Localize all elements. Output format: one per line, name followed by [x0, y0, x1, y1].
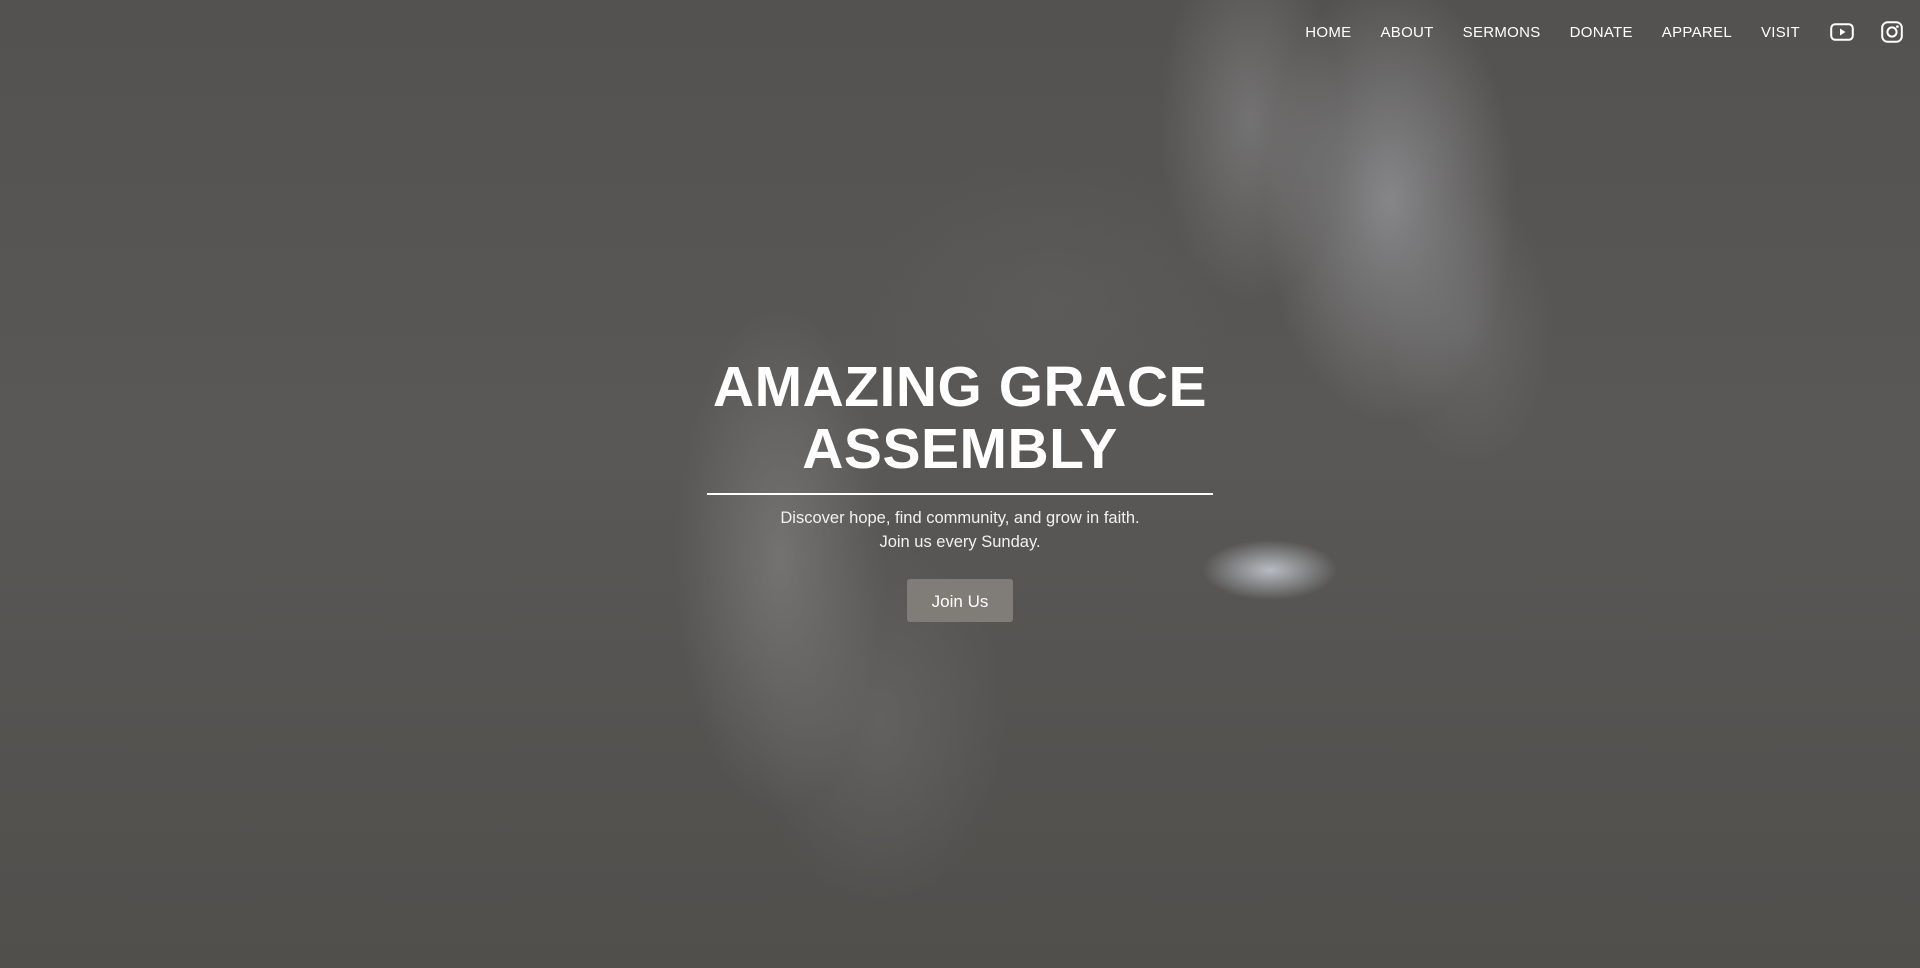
title-divider — [707, 493, 1213, 495]
hero-content: AMAZING GRACE ASSEMBLY Discover hope, fi… — [0, 356, 1920, 622]
instagram-icon[interactable] — [1880, 20, 1904, 44]
nav-donate[interactable]: DONATE — [1570, 24, 1633, 41]
youtube-icon[interactable] — [1830, 20, 1854, 44]
hero-tagline: Discover hope, find community, and grow … — [0, 506, 1920, 554]
tagline-line-2: Join us every Sunday. — [879, 533, 1041, 551]
nav-sermons[interactable]: SERMONS — [1463, 24, 1541, 41]
join-us-button[interactable]: Join Us — [907, 579, 1013, 622]
tagline-line-1: Discover hope, find community, and grow … — [780, 509, 1140, 527]
main-nav: HOME ABOUT SERMONS DONATE APPAREL VISIT — [1276, 0, 1920, 64]
page-title: AMAZING GRACE ASSEMBLY — [0, 356, 1920, 480]
nav-home[interactable]: HOME — [1305, 24, 1351, 41]
nav-about[interactable]: ABOUT — [1380, 24, 1433, 41]
hero-section: HOME ABOUT SERMONS DONATE APPAREL VISIT … — [0, 0, 1920, 968]
title-line-2: ASSEMBLY — [802, 417, 1118, 481]
title-line-1: AMAZING GRACE — [712, 355, 1208, 419]
nav-visit[interactable]: VISIT — [1761, 24, 1800, 41]
nav-apparel[interactable]: APPAREL — [1662, 24, 1732, 41]
